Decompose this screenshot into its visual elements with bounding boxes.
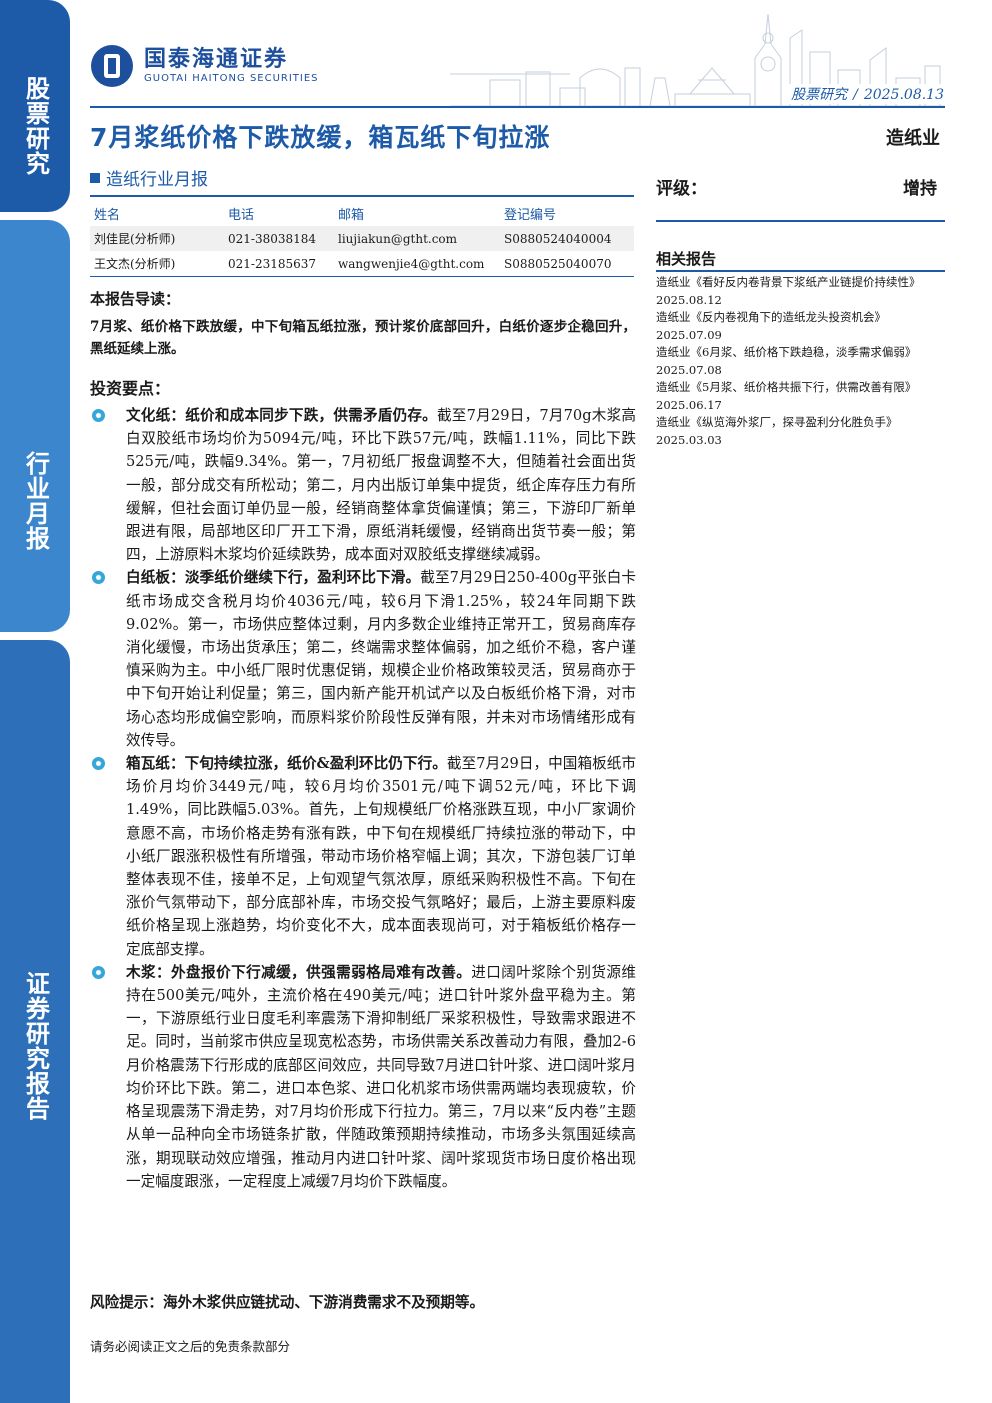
table-row: 刘佳昆(分析师) 021-38038184 liujiakun@gtht.com…	[90, 226, 634, 251]
rating-label: 评级：	[656, 179, 707, 199]
key-point-wood-pulp: 木浆：外盘报价下行减缓，供强需弱格局难有改善。进口阔叶浆除个别货源维持在500美…	[90, 961, 636, 1193]
side-tab-stock-research: 股票研究	[0, 0, 70, 212]
guide-heading: 本报告导读：	[90, 290, 181, 308]
side-tab-label: 股票研究	[21, 76, 50, 176]
related-report-link[interactable]: 造纸业《5月浆、纸价格共振下行，供需改善有限》2025.06.17	[656, 379, 941, 414]
header-rule	[90, 106, 945, 108]
key-point-text: 截至7月29日，中国箱板纸市场价月均价3449元/吨，较6月均价3501元/吨下…	[126, 755, 636, 958]
side-tab-label: 证券研究报告	[21, 970, 50, 1121]
logo-mark-icon	[91, 45, 133, 87]
subtitle-text: 造纸行业月报	[106, 170, 208, 190]
disclaimer-note: 请务必阅读正文之后的免责条款部分	[90, 1339, 291, 1354]
key-point-text: 截至7月29日，7月70g木浆高白双胶纸市场均价为5094元/吨，环比下跌57元…	[126, 407, 636, 564]
column-header: 姓名	[94, 207, 121, 223]
related-reports-title: 相关报告	[656, 250, 717, 268]
square-bullet-icon	[90, 172, 100, 183]
side-tab-securities-report: 证券研究报告	[0, 640, 70, 1403]
key-point-culture-paper: 文化纸：纸价和成本同步下跌，供需矛盾仍存。截至7月29日，7月70g木浆高白双胶…	[90, 404, 636, 566]
circle-bullet-icon	[92, 965, 105, 979]
column-header: 电话	[228, 207, 255, 223]
side-tab-industry-monthly: 行业月报	[0, 220, 70, 632]
column-header: 邮箱	[338, 207, 365, 223]
column-header: 登记编号	[504, 207, 557, 223]
subtitle-rule	[90, 195, 634, 197]
related-reports-list: 造纸业《看好反内卷背景下浆纸产业链提价持续性》2025.08.12 造纸业《反内…	[656, 274, 941, 449]
rating-box: 评级： 增持	[656, 172, 945, 222]
rating-value: 增持	[903, 179, 937, 199]
industry-label: 造纸业	[886, 128, 940, 149]
circle-bullet-icon	[92, 409, 105, 422]
report-title: 7月浆纸价格下跌放缓，箱瓦纸下旬拉涨	[90, 123, 551, 152]
key-point-lead: 箱瓦纸：下旬持续拉涨，纸价&盈利环比仍下行。	[126, 755, 447, 773]
analyst-registration: S0880525040070	[503, 251, 634, 277]
related-report-link[interactable]: 造纸业《看好反内卷背景下浆纸产业链提价持续性》2025.08.12	[656, 274, 941, 309]
table-header-row: 姓名 电话 邮箱 登记编号	[90, 200, 634, 226]
related-report-link[interactable]: 造纸业《6月浆、纸价格下跌趋稳，淡季需求偏弱》2025.07.08	[656, 344, 941, 379]
analyst-name: 刘佳昆(分析师)	[90, 226, 227, 251]
header-meta: 股票研究 / 2025.08.13	[783, 84, 944, 104]
analyst-name: 王文杰(分析师)	[90, 251, 227, 277]
key-points-list: 文化纸：纸价和成本同步下跌，供需矛盾仍存。截至7月29日，7月70g木浆高白双胶…	[90, 404, 636, 1193]
related-report-link[interactable]: 造纸业《纵览海外浆厂，探寻盈利分化胜负手》2025.03.03	[656, 414, 941, 449]
analyst-phone: 021-23185637	[227, 251, 337, 277]
key-point-text: 进口阔叶浆除个别货源维持在500美元/吨外，主流价格在490美元/吨；进口针叶浆…	[126, 963, 636, 1190]
circle-bullet-icon	[92, 571, 105, 585]
analyst-registration: S0880524040004	[503, 226, 634, 251]
analyst-email[interactable]: wangwenjie4@gtht.com	[337, 251, 503, 277]
company-logo: 国泰海通证券 GUOTAI HAITONG SECURITIES	[90, 44, 319, 88]
key-point-containerboard: 箱瓦纸：下旬持续拉涨，纸价&盈利环比仍下行。截至7月29日，中国箱板纸市场价月均…	[90, 752, 636, 961]
risk-warning: 风险提示：海外木浆供应链扰动、下游消费需求不及预期等。	[90, 1294, 485, 1311]
key-point-white-board: 白纸板：淡季纸价继续下行，盈利环比下滑。截至7月29日250-400g平张白卡纸…	[90, 566, 636, 752]
key-point-lead: 白纸板：淡季纸价继续下行，盈利环比下滑。	[126, 569, 421, 587]
report-subtitle: 造纸行业月报	[90, 165, 208, 190]
logo-name-en: GUOTAI HAITONG SECURITIES	[144, 73, 319, 84]
header-separator: /	[853, 87, 858, 103]
table-row: 王文杰(分析师) 021-23185637 wangwenjie4@gtht.c…	[90, 251, 634, 277]
key-point-lead: 文化纸：纸价和成本同步下跌，供需矛盾仍存。	[126, 407, 437, 424]
related-report-link[interactable]: 造纸业《反内卷视角下的造纸龙头投资机会》2025.07.09	[656, 309, 941, 344]
circle-bullet-icon	[92, 757, 105, 771]
header-section: 股票研究	[791, 87, 848, 103]
analyst-email[interactable]: liujiakun@gtht.com	[337, 226, 503, 251]
logo-name-cn: 国泰海通证券	[144, 47, 289, 72]
analyst-table: 姓名 电话 邮箱 登记编号 刘佳昆(分析师) 021-38038184 liuj…	[90, 200, 634, 277]
key-point-text: 截至7月29日250-400g平张白卡纸市场成交含税月均价4036元/吨，较6月…	[126, 569, 636, 749]
analyst-phone: 021-38038184	[227, 226, 337, 251]
key-point-lead: 木浆：外盘报价下行减缓，供强需弱格局难有改善。	[126, 963, 472, 981]
guide-text: 7月浆、纸价格下跌放缓，中下旬箱瓦纸拉涨，预计浆价底部回升，白纸价逐步企稳回升，…	[90, 319, 636, 357]
key-points-heading: 投资要点：	[90, 379, 171, 398]
side-tab-label: 行业月报	[21, 451, 50, 551]
report-date: 2025.08.13	[863, 87, 944, 103]
related-reports-rule	[656, 270, 945, 272]
